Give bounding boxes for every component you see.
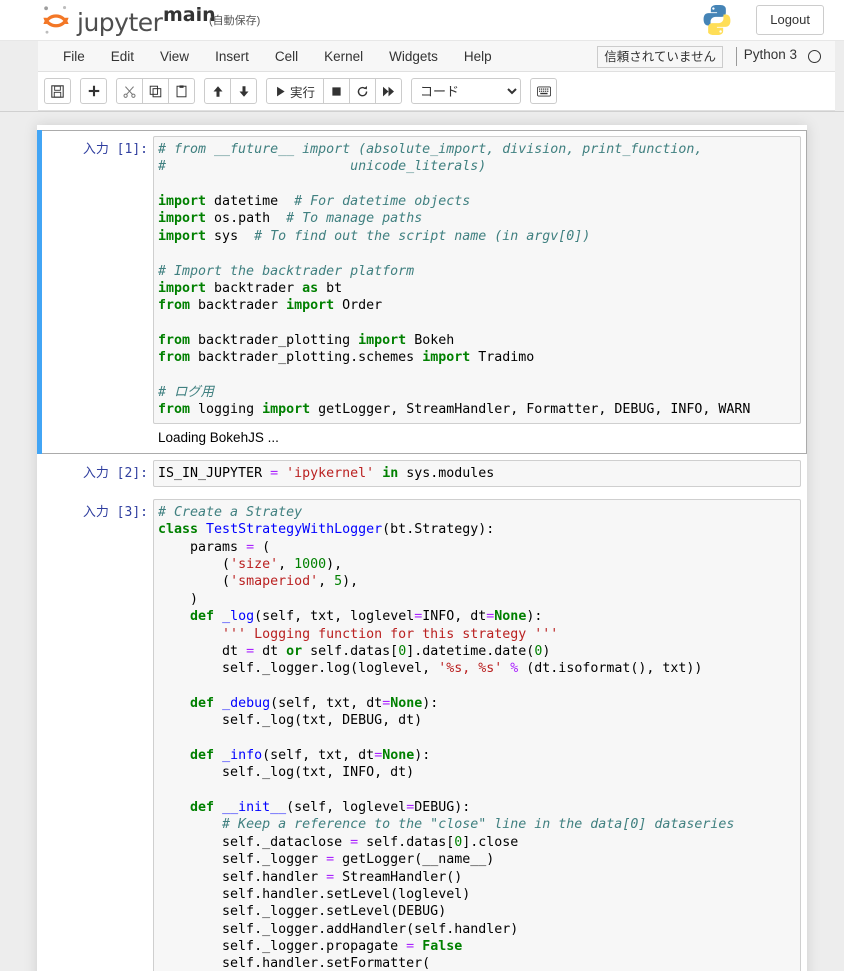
cell-input-row: 入力 [1]: # from __future__ import (absolut…	[43, 136, 801, 424]
menu-insert[interactable]: Insert	[202, 42, 262, 72]
input-prompt: 入力 [1]:	[82, 142, 148, 157]
paste-cell-button[interactable]	[168, 78, 195, 104]
jupyter-wordmark: jupyter	[77, 7, 163, 37]
code-text: # Create a Stratey class TestStrategyWit…	[158, 505, 735, 971]
output-prompt	[43, 429, 153, 448]
code-cell[interactable]: 入力 [2]: IS_IN_JUPYTER = 'ipykernel' in sy…	[37, 454, 807, 493]
kernel-separator	[736, 47, 737, 66]
code-editor[interactable]: # from __future__ import (absolute_impor…	[153, 136, 801, 424]
fast-forward-icon	[383, 86, 394, 96]
autosave-status: (自動保存)	[209, 15, 261, 27]
play-icon	[277, 86, 285, 96]
copy-icon	[149, 85, 162, 97]
run-cell-button[interactable]: 実行	[266, 78, 324, 104]
move-cell-up-button[interactable]	[204, 78, 231, 104]
menu-widgets[interactable]: Widgets	[376, 42, 451, 72]
menu-bar: File Edit View Insert Cell Kernel Widget…	[38, 41, 835, 72]
input-prompt: 入力 [2]:	[82, 465, 148, 481]
menu-edit[interactable]: Edit	[98, 42, 147, 72]
page-header: jupyter main (自動保存) Logout	[0, 0, 844, 41]
restart-kernel-button[interactable]	[349, 78, 376, 104]
save-button[interactable]	[44, 78, 71, 104]
menu-kernel[interactable]: Kernel	[311, 42, 376, 72]
toolbar-group-run: 実行	[266, 78, 402, 104]
paste-icon	[176, 84, 187, 97]
toolbar-group-palette	[530, 78, 557, 104]
insert-cell-below-button[interactable]	[80, 78, 107, 104]
cell-output-row: Loading BokehJS ...	[43, 429, 801, 448]
restart-and-run-all-button[interactable]	[375, 78, 402, 104]
input-prompt: 入力 [3]:	[82, 505, 148, 521]
move-cell-down-button[interactable]	[230, 78, 257, 104]
menu-cell[interactable]: Cell	[262, 42, 311, 72]
copy-cell-button[interactable]	[142, 78, 169, 104]
notebook-name[interactable]: main	[163, 4, 216, 26]
output-text: Loading BokehJS ...	[158, 429, 279, 445]
plus-icon	[88, 85, 99, 97]
code-cell[interactable]: 入力 [3]: # Create a Stratey class TestStra…	[37, 493, 807, 971]
code-text: # from __future__ import (absolute_impor…	[158, 142, 751, 418]
code-text: IS_IN_JUPYTER = 'ipykernel' in sys.modul…	[158, 465, 495, 481]
notebook-container: 入力 [1]: # from __future__ import (absolut…	[37, 125, 807, 971]
open-command-palette-button[interactable]	[530, 78, 557, 104]
cell-input-row: 入力 [3]: # Create a Stratey class TestStra…	[43, 499, 801, 971]
toolbar-group-move	[204, 78, 257, 104]
interrupt-kernel-button[interactable]	[323, 78, 350, 104]
trust-status-badge[interactable]: 信頼されていません	[597, 46, 723, 68]
notebook-toolbar: 実行 コード マークダウン Raw NBConvert 見出し	[38, 72, 835, 111]
code-editor[interactable]: IS_IN_JUPYTER = 'ipykernel' in sys.modul…	[153, 459, 801, 488]
notebook-scroll-area[interactable]: 入力 [1]: # from __future__ import (absolut…	[0, 112, 844, 971]
toolbar-group-clipboard	[116, 78, 195, 104]
logout-button[interactable]: Logout	[756, 5, 824, 35]
restart-circular-arrow-icon	[357, 85, 368, 96]
keyboard-icon	[536, 85, 551, 97]
jupyter-brand[interactable]: jupyter	[38, 2, 163, 43]
toolbar-group-save	[44, 78, 71, 104]
scissors-icon	[123, 85, 136, 98]
menu-help[interactable]: Help	[451, 42, 505, 72]
floppy-disk-icon	[51, 84, 64, 98]
arrow-down-icon	[239, 85, 248, 97]
cell-input-row: 入力 [2]: IS_IN_JUPYTER = 'ipykernel' in sy…	[43, 459, 801, 488]
stop-square-icon	[332, 86, 341, 96]
cut-cell-button[interactable]	[116, 78, 143, 104]
toolbar-group-insert	[80, 78, 107, 104]
run-button-label: 実行	[289, 85, 315, 100]
code-editor[interactable]: # Create a Stratey class TestStrategyWit…	[153, 499, 801, 971]
menu-view[interactable]: View	[147, 42, 202, 72]
code-cell[interactable]: 入力 [1]: # from __future__ import (absolut…	[37, 130, 807, 454]
menu-file[interactable]: File	[50, 42, 98, 72]
jupyter-logo-icon	[38, 2, 74, 43]
arrow-up-icon	[213, 85, 222, 97]
kernel-name-label: Python 3	[743, 47, 797, 62]
cell-type-select[interactable]: コード マークダウン Raw NBConvert 見出し	[411, 78, 521, 104]
kernel-idle-indicator-icon	[808, 50, 821, 63]
